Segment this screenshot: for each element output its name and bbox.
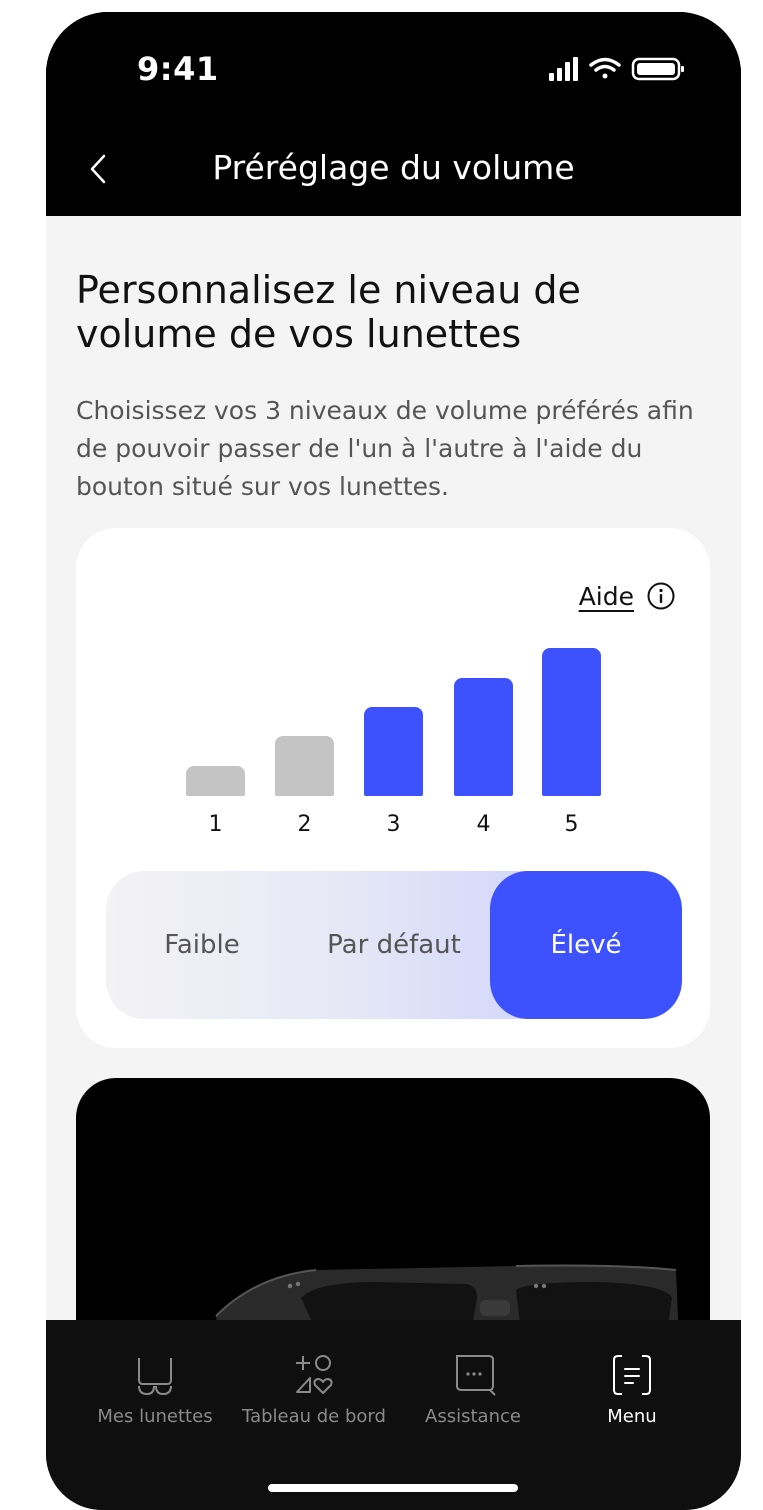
volume-label-5: 5 [564, 812, 579, 837]
preset-selector: Faible Par défaut Élevé [106, 871, 682, 1019]
preset-default[interactable]: Par défaut [298, 871, 490, 1019]
signal-icon [549, 57, 578, 81]
dashboard-icon [296, 1355, 333, 1394]
tab-tableau-de-bord[interactable]: Tableau de bord [235, 1350, 393, 1427]
volume-card: Aide 1 2 3 4 5 Faible Par défaut Élevé [76, 528, 710, 1048]
battery-icon [631, 57, 684, 81]
status-time: 9:41 [137, 50, 219, 88]
help-link[interactable]: Aide [579, 578, 676, 614]
tab-label: Tableau de bord [242, 1406, 386, 1427]
tab-label: Assistance [425, 1406, 521, 1427]
wifi-icon [589, 57, 621, 79]
glasses-icon [138, 1358, 172, 1396]
volume-bar-5[interactable] [542, 648, 601, 796]
volume-label-2: 2 [297, 812, 312, 837]
phone-frame: 9:41 Préréglage du volume Personnalisez … [46, 12, 741, 1510]
volume-bar-2[interactable] [275, 736, 334, 796]
tab-label: Mes lunettes [97, 1406, 213, 1427]
volume-label-4: 4 [476, 812, 491, 837]
smart-glasses-image [215, 1264, 678, 1320]
page-title: Préréglage du volume [212, 148, 575, 187]
volume-label-1: 1 [208, 812, 223, 837]
volume-bar-4[interactable] [454, 678, 513, 796]
help-label: Aide [578, 581, 634, 611]
content-area: Personnalisez le niveau de volume de vos… [46, 216, 741, 1320]
tab-label: Menu [607, 1406, 657, 1427]
chat-icon [456, 1355, 496, 1396]
glasses-image [76, 1078, 710, 1320]
tab-mes-lunettes[interactable]: Mes lunettes [76, 1350, 234, 1427]
status-icons [549, 57, 684, 81]
volume-label-3: 3 [386, 812, 401, 837]
preset-high[interactable]: Élevé [490, 871, 682, 1019]
info-icon [647, 582, 675, 610]
headline: Personnalisez le niveau de volume de vos… [76, 268, 581, 356]
description: Choisissez vos 3 niveaux de volume préfé… [76, 396, 694, 501]
menu-icon [613, 1355, 651, 1395]
volume-bar-1[interactable] [186, 766, 245, 796]
tab-assistance[interactable]: Assistance [394, 1350, 552, 1427]
preset-low[interactable]: Faible [106, 871, 298, 1019]
home-indicator[interactable] [268, 1484, 518, 1492]
tab-menu[interactable]: Menu [553, 1350, 711, 1427]
tab-bar: Mes lunettes Tableau de bord Assistance [46, 1320, 741, 1510]
nav-bar: Préréglage du volume [46, 122, 741, 216]
volume-bars [184, 638, 604, 796]
status-bar: 9:41 [46, 12, 741, 122]
volume-bar-3[interactable] [364, 707, 423, 796]
